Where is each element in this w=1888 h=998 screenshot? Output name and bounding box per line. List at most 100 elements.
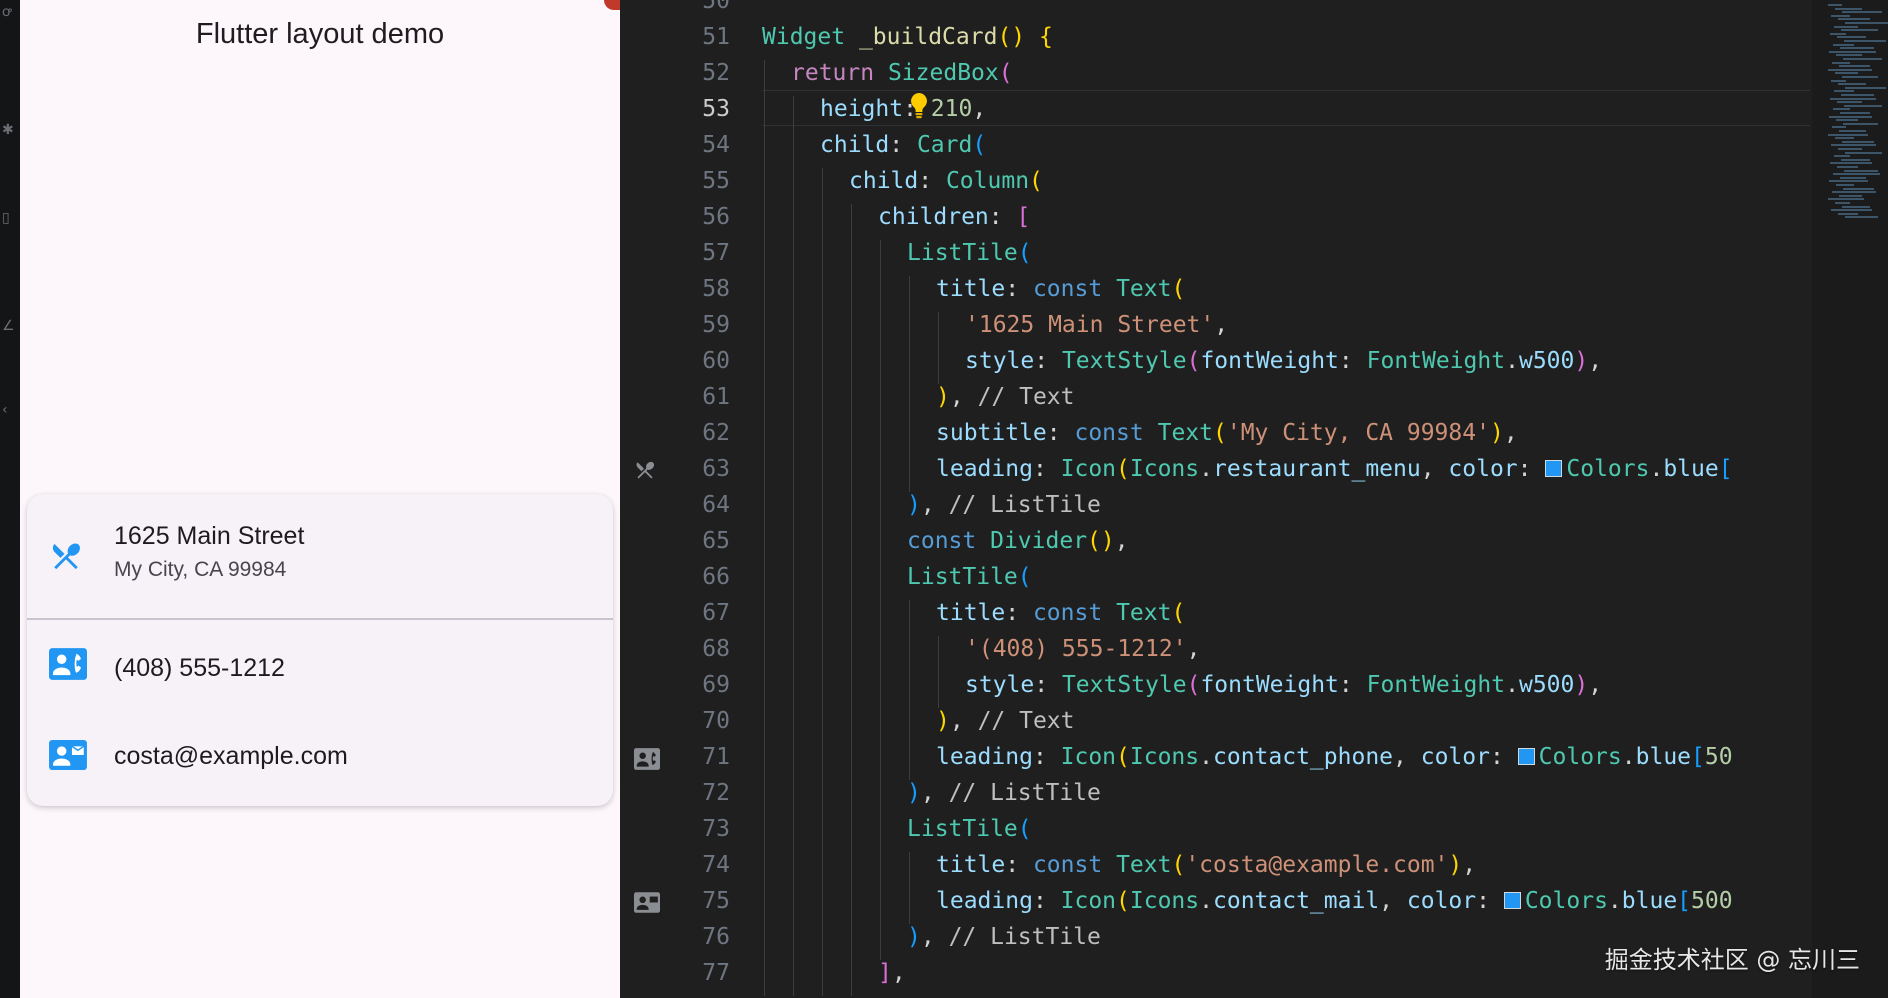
code-area[interactable]: Widget _buildCard() {return SizedBox(hei… [762,0,1812,998]
rail-icon[interactable]: ꝍ [2,2,18,22]
code-token: . [1505,348,1519,374]
minimap-line [1840,176,1866,179]
minimap-line [1840,112,1870,114]
code-token: ListTile [907,240,1018,266]
watermark: 掘金技术社区 @ 忘川三 [1604,946,1860,974]
code-token: : [903,96,931,122]
code-token: : [1046,420,1075,446]
minimap-line [1828,198,1864,201]
minimap-line [1845,22,1888,24]
code-token: Divider [990,528,1088,554]
contact-phone-icon [634,748,660,772]
code-token: : [889,132,917,158]
code-line: const Divider(), [907,528,1129,554]
code-token: blue [1621,888,1678,914]
code-token: . [1199,888,1213,914]
minimap-line [1842,205,1870,208]
minimap-line [1828,4,1842,6]
code-line: title: const Text( [936,276,1185,302]
line-number: 57 [702,240,730,266]
code-token: 'My City, CA 99984' [1226,420,1490,446]
code-token: : [1338,348,1367,374]
code-token: 500 [1691,888,1733,914]
code-token: : [1338,672,1367,698]
code-token: Text [1157,420,1213,446]
minimap-line [1845,216,1878,219]
indent-guide [909,852,910,924]
code-token: '1625 Main Street' [965,312,1215,338]
code-token: : [988,204,1017,230]
code-token: Icon [1060,456,1117,482]
line-number: 50 [702,0,730,14]
code-token: ( [1171,276,1186,302]
debug-icon[interactable]: ✱ [2,122,18,142]
code-token: leading [936,744,1033,770]
collapse-icon[interactable]: ‹ [2,402,18,422]
line-number: 59 [702,312,730,338]
line-number: 69 [702,672,730,698]
minimap-line [1829,115,1872,118]
code-token: . [1607,888,1622,914]
minimap-line [1830,32,1846,35]
code-token: , [1420,456,1449,482]
color-swatch[interactable] [1517,748,1535,765]
code-token: leading [936,456,1033,482]
list-tile-email[interactable]: costa@example.com [27,710,613,800]
code-token: ) [1489,420,1504,446]
code-token: color [1448,456,1518,482]
minimap-line [1836,54,1862,57]
minimap-line [1834,25,1858,28]
minimap-line [1842,11,1882,14]
minimap-line [1832,61,1850,64]
code-token: ( [972,132,987,158]
layout-icon[interactable]: ▯ [2,210,18,230]
code-token: ( [998,60,1013,86]
code-editor[interactable]: 50 51 52 53 54 55 56 57 58 59 60 61 62 63 64 65 66 67 68 69… [620,0,1888,998]
code-token: const [907,528,977,554]
code-token: () [997,24,1026,50]
code-token: ( [1186,348,1201,374]
line-number: 51 [702,24,730,50]
code-token: TextStyle [1061,348,1187,374]
indent-guide [822,168,823,996]
code-token: , [920,924,949,950]
code-token: ( [1116,744,1130,770]
code-line: subtitle: const Text('My City, CA 99984'… [936,420,1518,446]
minimap-line [1834,155,1850,158]
color-swatch[interactable] [1545,460,1563,477]
tool-icon[interactable]: ∠ [2,318,18,338]
color-swatch[interactable] [1503,892,1521,909]
code-token: TextStyle [1061,672,1187,698]
minimap-line [1828,68,1872,71]
code-token: , [1393,744,1421,770]
code-token: , [920,780,949,806]
code-token: contact_phone [1213,744,1394,770]
code-token: ) [1448,852,1463,878]
code-token: Icons [1129,744,1200,770]
code-token: , [1588,348,1603,374]
indent-guide [938,636,939,708]
code-token: // Text [977,708,1075,734]
code-token: ) [936,384,950,410]
minimap-line [1838,18,1870,21]
tile-title: (408) 555-1212 [114,654,285,682]
minimap-line [1835,7,1862,10]
list-tile-address[interactable]: 1625 Main Street My City, CA 99984 [27,494,613,618]
minimap-line [1843,122,1878,125]
code-token: return [791,60,875,86]
line-number: 61 [702,384,730,410]
code-token: : [1005,276,1033,302]
minimap-line [1833,108,1850,111]
code-token: ListTile [907,564,1018,590]
line-number: 65 [702,528,730,554]
list-tile-phone[interactable]: (408) 555-1212 [27,620,613,710]
minimap-line [1832,126,1846,129]
contact-phone-icon [49,648,87,684]
line-number: 71 [702,744,730,770]
minimap[interactable] [1812,0,1888,998]
code-token: leading [936,888,1033,914]
code-token: : [1517,456,1546,482]
